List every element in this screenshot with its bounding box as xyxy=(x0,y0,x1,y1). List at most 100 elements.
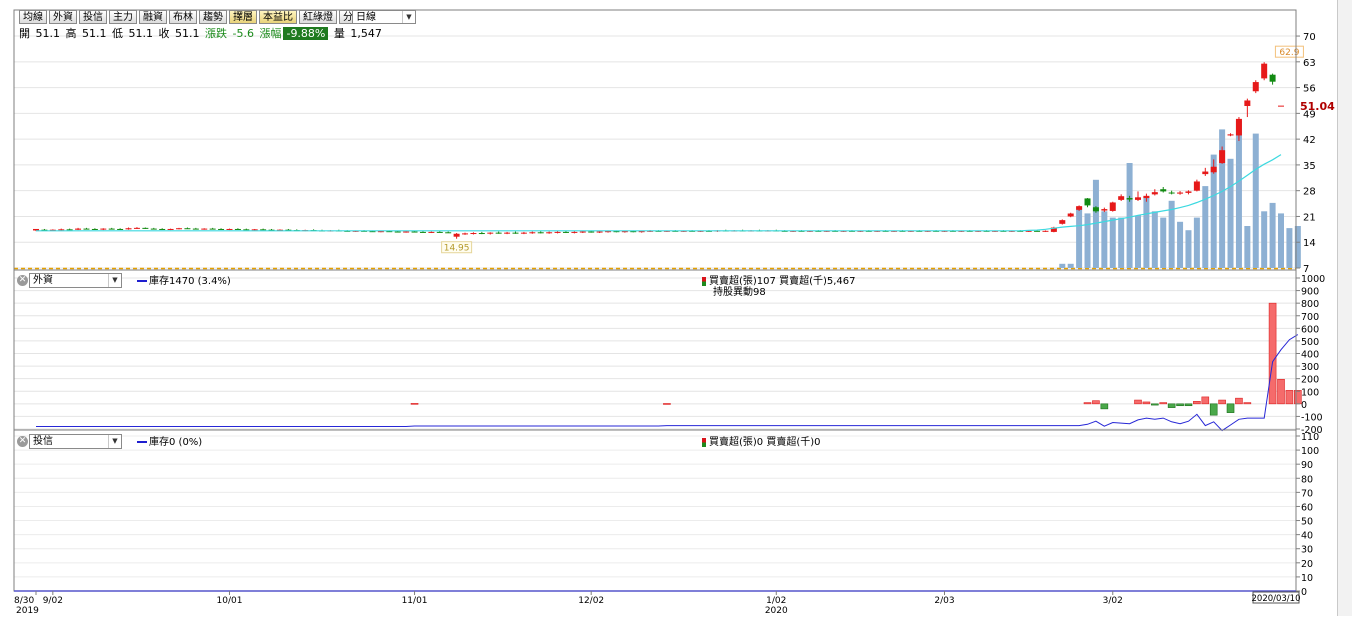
candle-body xyxy=(428,231,435,233)
panel2-select-value: 外資 xyxy=(33,275,53,286)
toolbar-button-9[interactable]: 紅綠燈 xyxy=(299,10,337,24)
panel3-inventory-legend: 庫存0 (0%) xyxy=(137,433,202,448)
candle-body xyxy=(571,231,578,233)
close-panel3-icon[interactable]: ✕ xyxy=(17,436,28,447)
foreign-net-bar xyxy=(1159,402,1168,405)
candle-body xyxy=(1084,198,1091,206)
trust-tick-label: 80 xyxy=(1301,474,1313,485)
toolbar-button-0[interactable]: 均線 xyxy=(19,10,47,24)
candle-body xyxy=(1092,207,1099,212)
panel3-net-legend: 買賣超(張)0 買賣超(千)0 xyxy=(702,433,821,448)
legend-bar-icon xyxy=(702,276,706,286)
panel2-indicator-select[interactable]: 外資 ▼ xyxy=(29,273,122,288)
candle-body xyxy=(462,233,469,235)
volume-bar xyxy=(1101,211,1108,268)
candle-body xyxy=(66,229,73,231)
volume-bar xyxy=(1193,217,1200,268)
foreign-tick-label: 100 xyxy=(1301,387,1319,398)
foreign-net-bars xyxy=(410,302,1302,416)
candle-body xyxy=(184,228,191,230)
foreign-net-bar xyxy=(1277,378,1285,405)
candle-body xyxy=(75,228,82,230)
panel3-indicator-select[interactable]: 投信 ▼ xyxy=(29,434,122,449)
toolbar-button-5[interactable]: 布林 xyxy=(169,10,197,24)
toolbar-button-2[interactable]: 投信 xyxy=(79,10,107,24)
candle-body xyxy=(218,228,225,230)
candle-body xyxy=(394,231,401,233)
price-tick-label: 56 xyxy=(1303,84,1316,95)
trust-tick-label: 100 xyxy=(1301,446,1319,457)
volume-bar xyxy=(1227,158,1234,268)
foreign-net-bar xyxy=(410,403,419,405)
toolbar-button-1[interactable]: 外資 xyxy=(49,10,77,24)
candle-body xyxy=(226,228,233,230)
candle-body xyxy=(470,233,477,235)
candle-body xyxy=(1210,166,1217,173)
cursor-date-label: 2020/03/10 xyxy=(1252,594,1301,604)
trust-tick-label: 60 xyxy=(1301,502,1313,513)
volume-bar xyxy=(1143,196,1150,268)
low-label: 低 xyxy=(112,27,123,40)
volume-bar xyxy=(1168,200,1175,268)
legend-line-icon xyxy=(137,280,147,282)
candle-body xyxy=(159,228,166,230)
foreign-tick-label: 900 xyxy=(1301,287,1319,298)
candle-body xyxy=(1177,192,1184,194)
candle-body xyxy=(562,231,569,233)
panel3-select-value: 投信 xyxy=(33,436,53,447)
toolbar-button-8[interactable]: 本益比 xyxy=(259,10,297,24)
high-marker-label: 62.9 xyxy=(1279,48,1299,58)
candle-body xyxy=(411,231,418,233)
candle-body xyxy=(445,232,452,234)
high-value: 51.1 xyxy=(82,27,107,40)
candle-body xyxy=(1126,198,1133,200)
candle-body xyxy=(588,231,595,233)
grid-lines xyxy=(14,35,1296,592)
foreign-net-bar xyxy=(1193,401,1201,405)
legend-bar-icon xyxy=(702,437,706,447)
candle-body xyxy=(1168,192,1175,194)
foreign-net-bar xyxy=(1243,402,1252,405)
candle-body xyxy=(529,232,536,234)
chart-canvas: 62.914.95 714212835424956637051.04-200-1… xyxy=(13,9,1335,616)
trust-tick-label: 10 xyxy=(1301,573,1313,584)
price-tick-label: 35 xyxy=(1303,161,1316,172)
candle-body xyxy=(478,233,485,235)
panel2-inventory-legend: 庫存1470 (3.4%) xyxy=(137,272,231,287)
price-tick-label: 14 xyxy=(1303,238,1316,249)
foreign-net-bar xyxy=(1167,403,1176,408)
foreign-tick-label: 400 xyxy=(1301,350,1319,361)
volume-bar xyxy=(1286,228,1293,268)
foreign-net-bar xyxy=(1218,399,1226,405)
toolbar-button-6[interactable]: 趨勢 xyxy=(199,10,227,24)
price-tick-label: 63 xyxy=(1303,58,1316,69)
foreign-net-bar xyxy=(1201,396,1210,405)
pct-value: -9.88% xyxy=(283,27,329,40)
volume-bar xyxy=(1118,217,1125,268)
vertical-scrollbar[interactable] xyxy=(1337,0,1352,616)
candle-body xyxy=(1076,206,1083,210)
y-axis-labels: 714212835424956637051.04-200-10001002003… xyxy=(1300,32,1335,598)
toolbar-button-4[interactable]: 融資 xyxy=(139,10,167,24)
toolbar-button-7[interactable]: 擇層 xyxy=(229,10,257,24)
panel2-inventory-text: 庫存1470 (3.4%) xyxy=(149,276,231,287)
foreign-tick-label: -100 xyxy=(1301,412,1323,423)
price-tick-label: 28 xyxy=(1303,187,1316,198)
foreign-tick-label: 600 xyxy=(1301,324,1319,335)
candle-body xyxy=(1227,134,1234,136)
candle-body xyxy=(520,232,527,234)
candle-body xyxy=(201,228,208,230)
candle-body xyxy=(125,228,132,230)
period-select[interactable]: 日線 ▼ xyxy=(352,10,416,24)
trust-tick-label: 30 xyxy=(1301,545,1313,556)
candle-body xyxy=(176,228,183,230)
close-panel2-icon[interactable]: ✕ xyxy=(17,275,28,286)
x-axis-labels: 8/30 9/02 10/01 11/01 12/02 1/02 2/03 3/02 2019 2… xyxy=(14,591,1301,616)
panel2-holding-change: 持股異動98 xyxy=(713,287,766,298)
volume-bar xyxy=(1151,211,1158,268)
candle-body xyxy=(1185,191,1192,193)
candle-body xyxy=(512,232,519,234)
toolbar-button-3[interactable]: 主力 xyxy=(109,10,137,24)
candle-body xyxy=(1034,230,1041,232)
candle-body xyxy=(117,228,124,230)
